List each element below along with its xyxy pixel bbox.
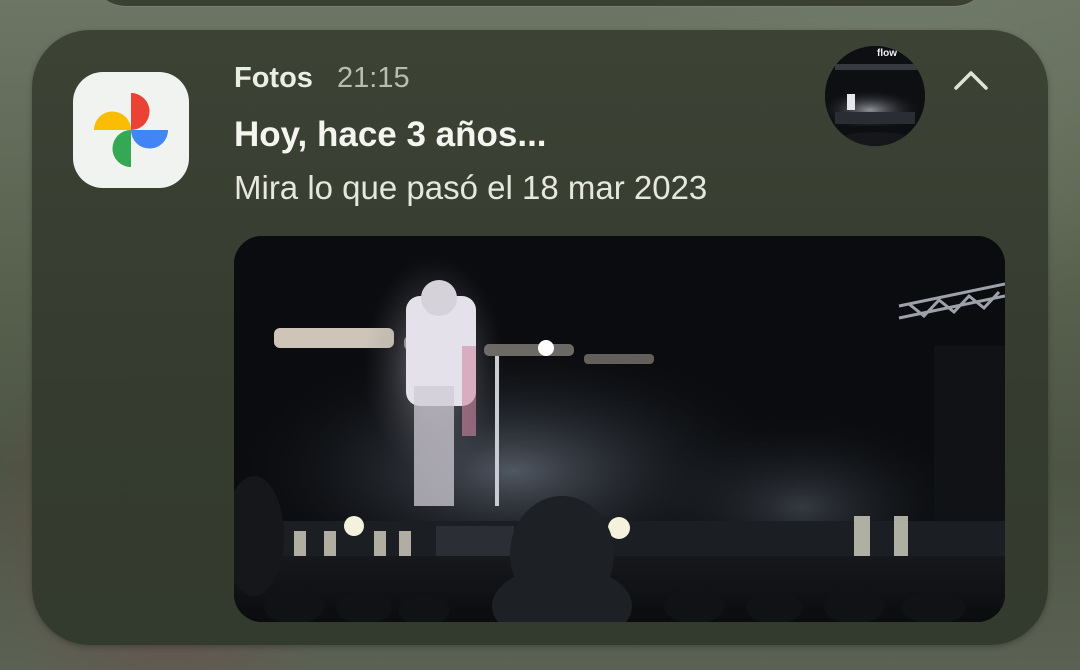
memory-photo[interactable] <box>234 236 1005 622</box>
thumbnail-watermark: flow <box>877 48 897 59</box>
pinwheel-icon <box>94 93 168 167</box>
google-photos-app-icon <box>73 72 189 188</box>
thumbnail-concert-image: flow <box>825 46 925 146</box>
app-name: Fotos <box>234 62 313 94</box>
collapse-button[interactable] <box>946 58 996 102</box>
concert-photo-image <box>234 236 1005 622</box>
notification-time: 21:15 <box>337 62 410 94</box>
chevron-up-icon <box>954 71 988 90</box>
previous-notification-card[interactable] <box>90 0 990 6</box>
notification-body: Mira lo que pasó el 18 mar 2023 <box>234 169 708 206</box>
notification-title: Hoy, hace 3 años... <box>234 115 547 154</box>
photo-thumbnail[interactable]: flow <box>825 46 925 146</box>
